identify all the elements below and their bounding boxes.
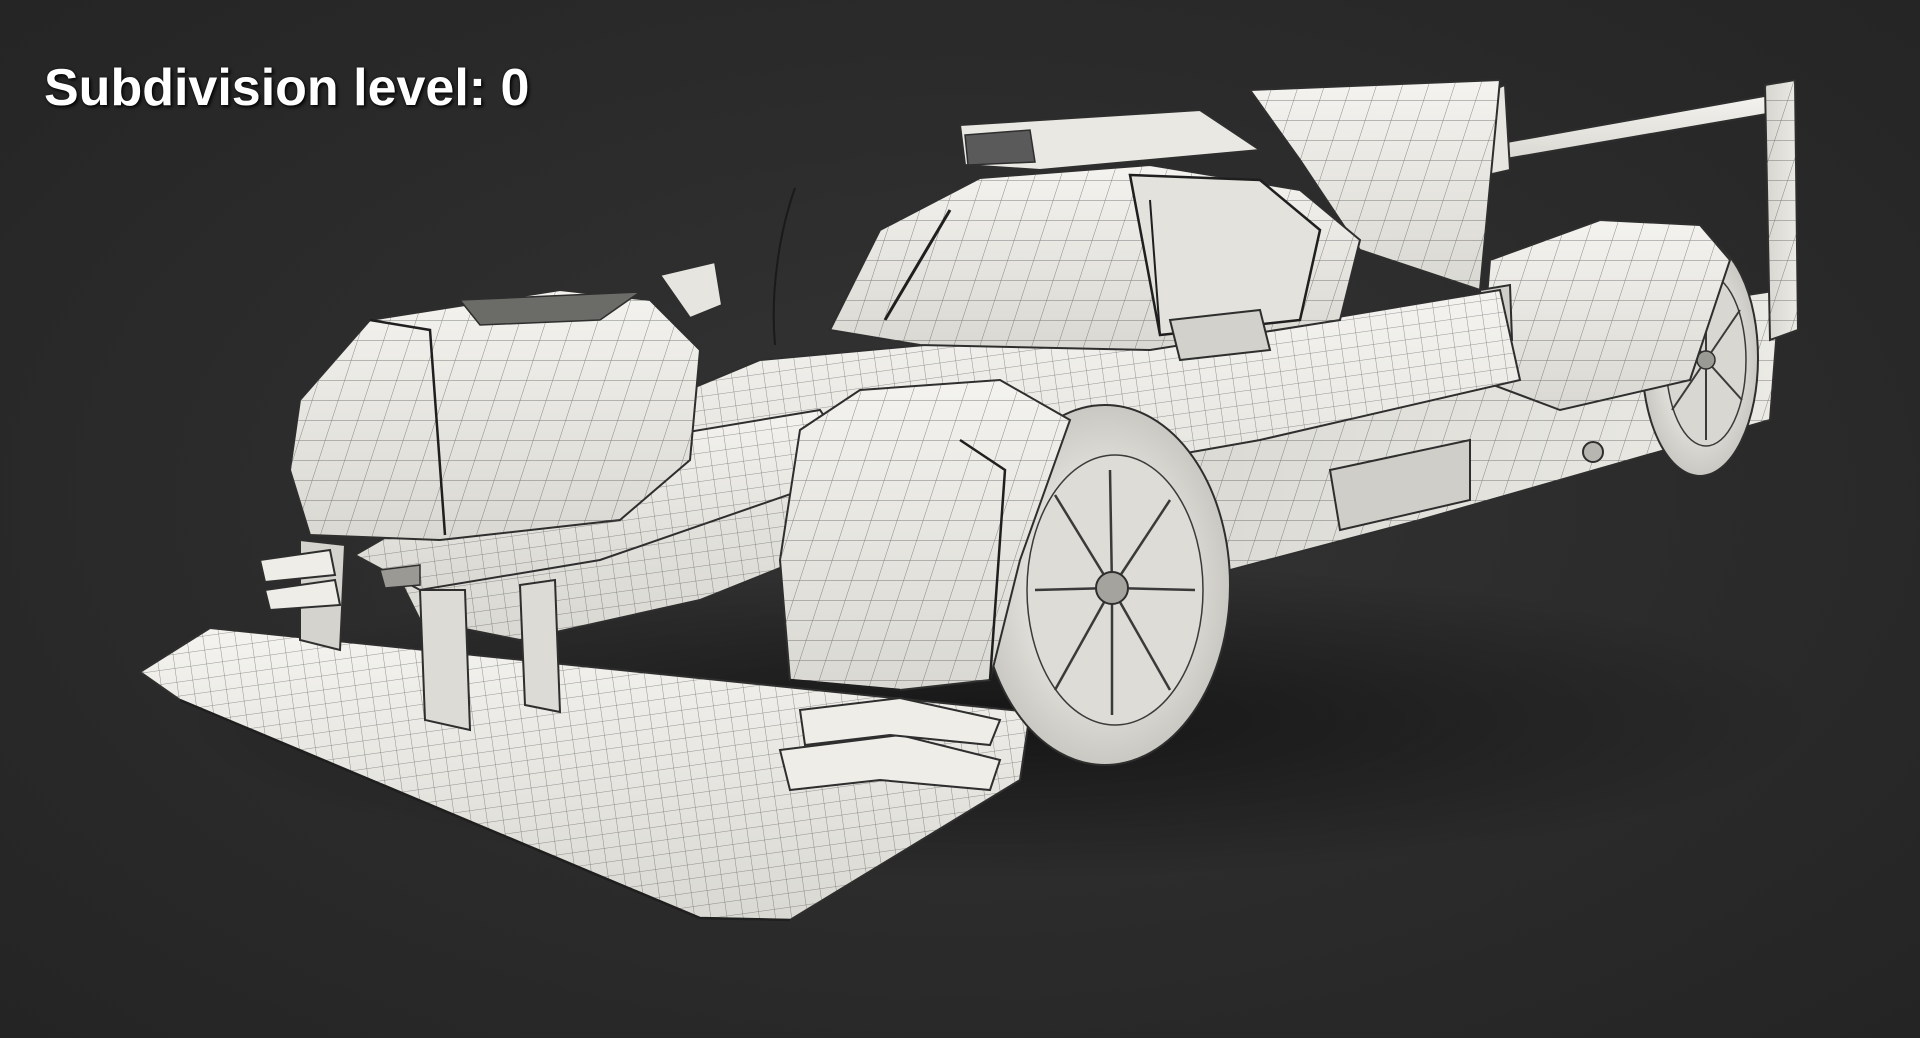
- cockpit-canopy: [828, 163, 1362, 352]
- antenna: [772, 187, 796, 346]
- subdivision-level-label: Subdivision level: 0: [44, 59, 530, 117]
- render-viewport: Subdivision level: 0: [0, 0, 1920, 1038]
- race-car-wireframe-render: [138, 78, 1820, 922]
